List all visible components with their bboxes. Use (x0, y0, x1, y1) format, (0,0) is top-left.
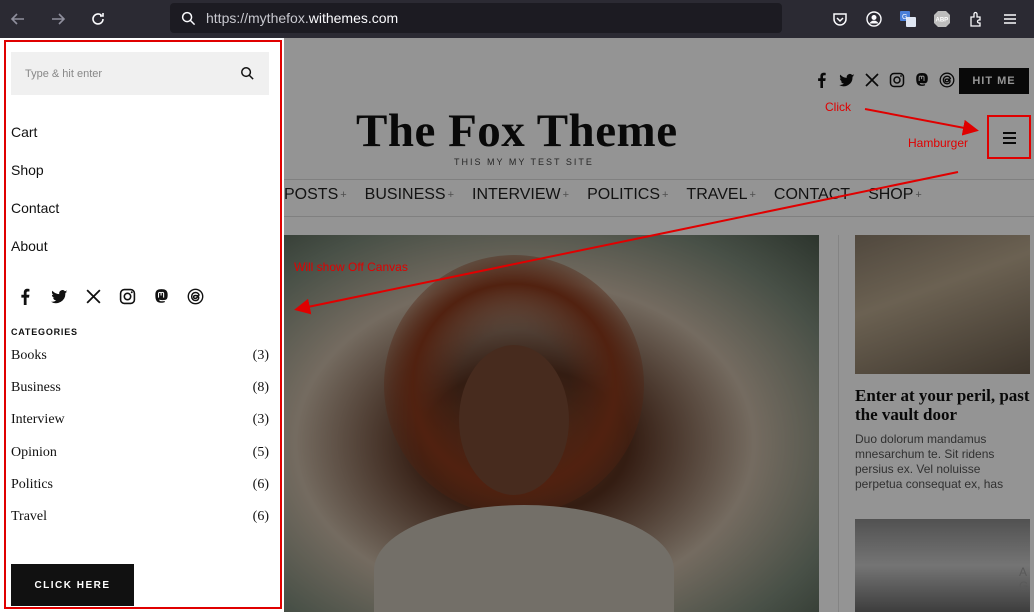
search-icon (170, 11, 206, 26)
forward-icon[interactable] (40, 0, 76, 38)
expand-icon: + (915, 189, 922, 201)
sidebar-divider (838, 235, 839, 612)
expand-icon: + (661, 189, 669, 201)
menu-icon[interactable] (1000, 9, 1020, 29)
reload-icon[interactable] (80, 0, 116, 38)
url-bar[interactable]: https://mythefox.withemes.com (170, 3, 782, 33)
nav-top-divider (284, 179, 1034, 180)
svg-text:G: G (902, 14, 907, 21)
x-icon[interactable] (864, 72, 880, 88)
adblock-icon[interactable]: ABP (932, 9, 952, 29)
main-navigation: POSTS + BUSINESS + INTERVIEW + POLITICS + TR… (284, 186, 940, 204)
hit-me-button[interactable]: HIT ME (959, 68, 1029, 94)
expand-icon: + (562, 189, 570, 201)
extensions-icon[interactable] (966, 9, 986, 29)
nav-item-shop[interactable]: SHOP + (868, 186, 922, 204)
nav-bottom-divider (284, 216, 1034, 217)
site-tagline: THIS MY MY TEST SITE (454, 157, 594, 167)
side-post-image[interactable] (855, 235, 1030, 374)
annotation-offcanvas-box (4, 40, 282, 609)
threads-icon[interactable] (939, 72, 955, 88)
side-post-image-2[interactable] (855, 519, 1030, 612)
nav-item-politics[interactable]: POLITICS + (587, 186, 668, 204)
mastodon-icon[interactable] (914, 72, 930, 88)
annotation-hamburger-box (987, 115, 1031, 159)
nav-item-travel[interactable]: TRAVEL + (686, 186, 756, 204)
nav-item-interview[interactable]: INTERVIEW + (472, 186, 569, 204)
nav-item-contact[interactable]: CONTACT (774, 186, 850, 204)
account-icon[interactable] (864, 9, 884, 29)
side-post-excerpt: Duo dolorum mandamus mnesarchum te. Sit … (855, 432, 1004, 491)
twitter-icon[interactable] (839, 72, 855, 88)
annotation-click-label: Click (825, 100, 851, 114)
site-title[interactable]: The Fox Theme (356, 104, 678, 158)
hero-image-face (459, 345, 569, 495)
svg-text:ABP: ABP (936, 18, 949, 24)
facebook-icon[interactable] (814, 72, 830, 88)
translate-icon[interactable]: G (898, 9, 918, 29)
browser-toolbar: https://mythefox.withemes.com G ABP (0, 0, 1034, 38)
instagram-icon[interactable] (889, 72, 905, 88)
annotation-will-show-label: Will show Off Canvas (294, 260, 408, 274)
pocket-icon[interactable] (830, 9, 850, 29)
url-text: https://mythefox.withemes.com (206, 10, 399, 26)
expand-icon: + (749, 189, 756, 201)
header-social-links (814, 72, 955, 88)
expand-icon: + (447, 189, 455, 201)
hero-image-shirt (374, 505, 674, 612)
annotation-hamburger-label: Hamburger (908, 136, 969, 150)
hero-image[interactable] (284, 235, 819, 612)
nav-item-posts[interactable]: POSTS + (284, 186, 347, 204)
nav-item-business[interactable]: BUSINESS + (365, 186, 454, 204)
expand-icon: + (340, 189, 347, 201)
back-icon[interactable] (0, 0, 36, 38)
side-post-title[interactable]: Enter at your peril, past the vault door (855, 386, 1030, 424)
side-edge-text: A G (1019, 565, 1029, 593)
